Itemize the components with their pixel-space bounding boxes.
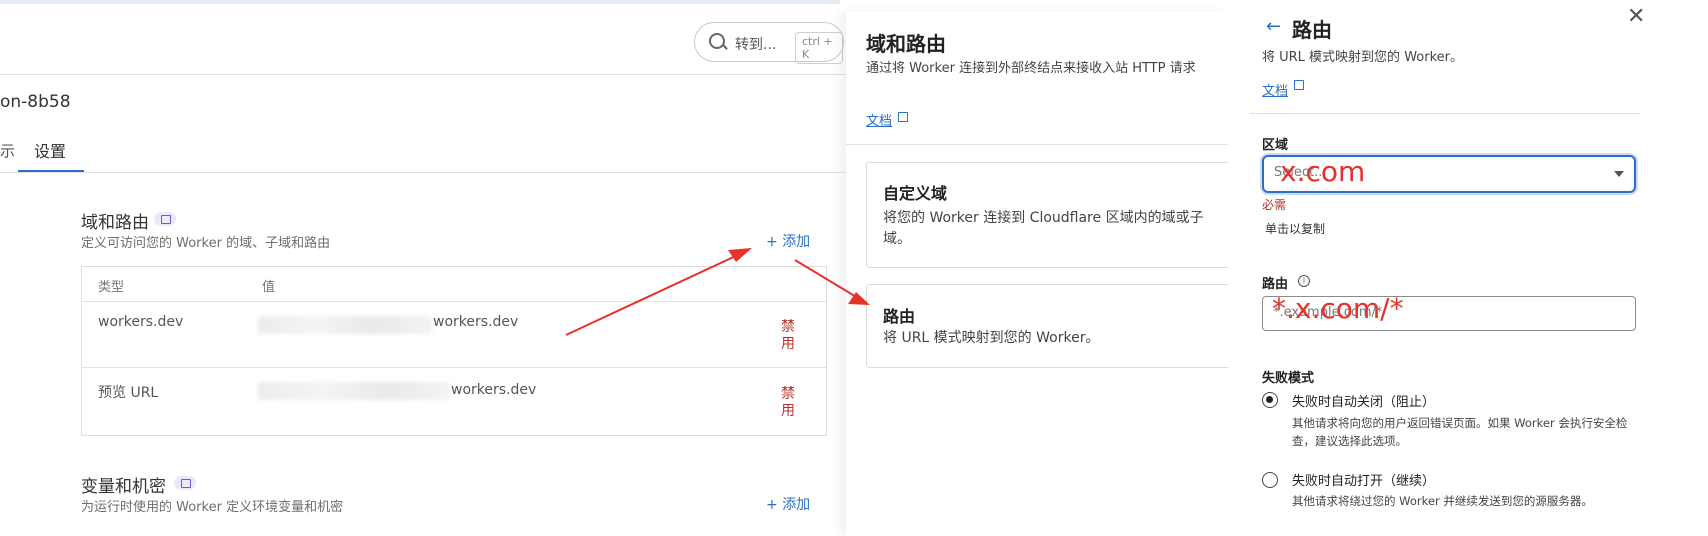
annotation-arrow-1: [565, 253, 741, 336]
arrow-head-1: [728, 248, 752, 262]
annotation-arrows: [565, 248, 870, 336]
annotation-arrow-2: [794, 259, 859, 299]
